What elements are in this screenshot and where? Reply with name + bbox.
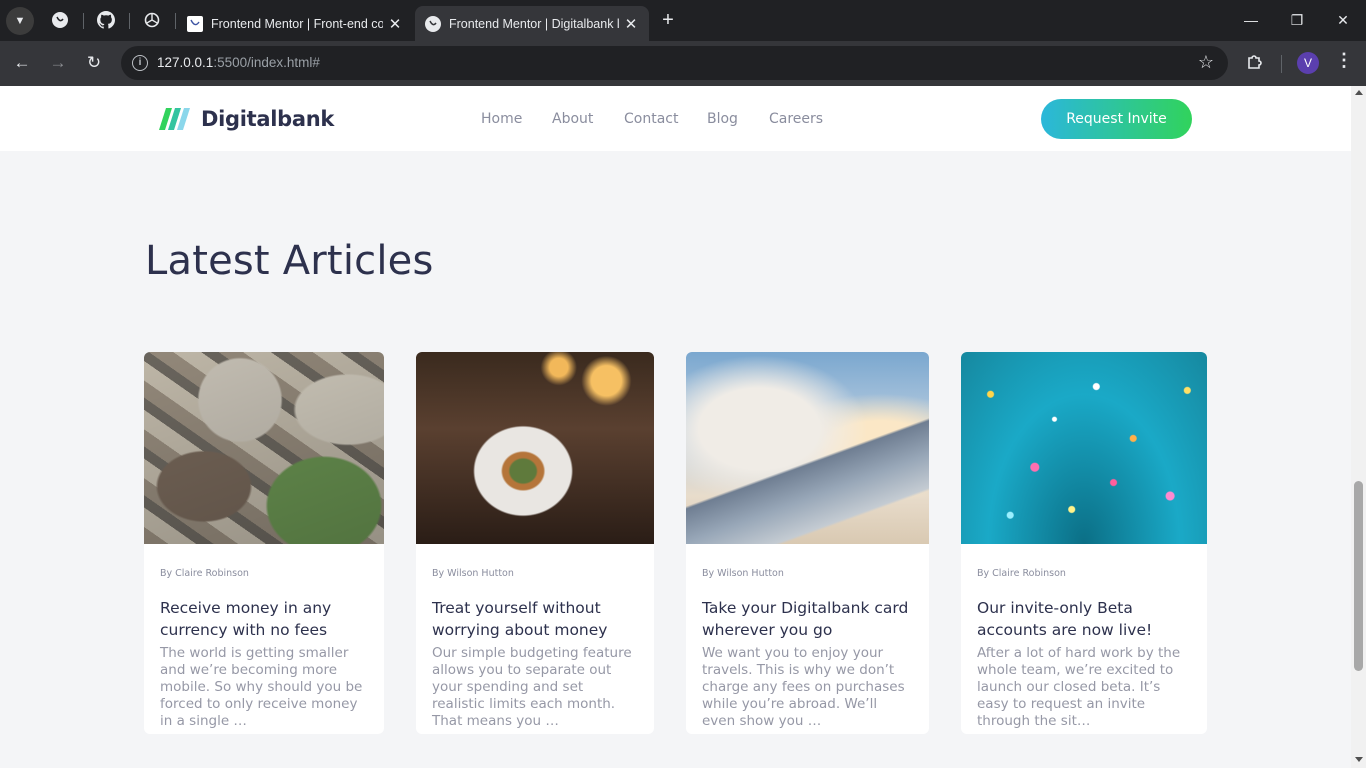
frontend-mentor-favicon-icon [52, 12, 68, 28]
tab-title: Frontend Mentor | Front-end co [211, 16, 383, 31]
puzzle-icon [1248, 55, 1262, 69]
article-card[interactable]: By Claire Robinson Our invite-only Beta … [961, 352, 1207, 734]
bookmark-star-icon[interactable]: ☆ [1198, 52, 1214, 73]
url-path: :5500/index.html# [213, 55, 320, 70]
nav-link-blog[interactable]: Blog [707, 111, 769, 127]
scroll-down-arrow-icon[interactable] [1355, 757, 1363, 762]
article-author: By Claire Robinson [977, 568, 1066, 579]
pinned-tab-github[interactable] [96, 10, 116, 30]
nav-link-about[interactable]: About [552, 111, 624, 127]
url-text[interactable]: 127.0.0.1:5500/index.html# [157, 55, 320, 70]
tab-title: Frontend Mentor | Digitalbank l [449, 16, 619, 31]
article-image-banknotes [144, 352, 384, 544]
pinned-tab-chatgpt[interactable] [142, 10, 162, 30]
article-excerpt: The world is getting smaller and we’re b… [160, 645, 363, 729]
page-favicon-icon [425, 15, 441, 32]
close-icon[interactable]: ✕ [623, 15, 639, 33]
address-bar[interactable]: i 127.0.0.1:5500/index.html# ☆ [121, 46, 1228, 80]
extensions-button[interactable] [1245, 52, 1265, 77]
article-image-confetti [961, 352, 1207, 544]
latest-articles-heading: Latest Articles [145, 238, 434, 284]
brand-name: Digitalbank [201, 107, 335, 131]
page-scrollbar[interactable] [1351, 86, 1366, 768]
article-card[interactable]: By Claire Robinson Receive money in any … [144, 352, 384, 734]
scrollbar-thumb[interactable] [1354, 481, 1363, 671]
article-title[interactable]: Take your Digitalbank card wherever you … [702, 597, 913, 641]
restore-button[interactable]: ❐ [1274, 0, 1320, 40]
page-favicon-icon [187, 15, 203, 32]
browser-toolbar: ← → ↻ i 127.0.0.1:5500/index.html# ☆ V ⋮ [0, 41, 1366, 86]
tab-divider [175, 13, 176, 29]
github-icon [97, 11, 115, 29]
minimize-button[interactable]: — [1228, 0, 1274, 40]
article-card[interactable]: By Wilson Hutton Treat yourself without … [416, 352, 654, 734]
forward-button[interactable]: → [44, 49, 72, 77]
more-menu-icon[interactable]: ⋮ [1335, 50, 1353, 71]
profile-avatar[interactable]: V [1297, 52, 1319, 74]
url-host: 127.0.0.1 [157, 55, 214, 70]
nav-link-careers[interactable]: Careers [769, 111, 823, 127]
chatgpt-icon [144, 12, 160, 28]
logo-mark-icon [159, 108, 190, 130]
request-invite-button[interactable]: Request Invite [1041, 99, 1192, 139]
close-icon[interactable]: ✕ [387, 15, 403, 33]
article-excerpt: Our simple budgeting feature allows you … [432, 645, 632, 729]
back-button[interactable]: ← [8, 49, 36, 77]
new-tab-button[interactable]: + [657, 9, 679, 31]
tab-search-button[interactable]: ▼ [6, 7, 34, 35]
nav-link-contact[interactable]: Contact [624, 111, 707, 127]
site-info-icon[interactable]: i [132, 55, 148, 71]
article-author: By Wilson Hutton [702, 568, 784, 579]
article-author: By Claire Robinson [160, 568, 249, 579]
scroll-up-arrow-icon[interactable] [1355, 90, 1363, 95]
close-window-button[interactable]: ✕ [1320, 0, 1366, 40]
article-image-airplane [686, 352, 929, 544]
article-excerpt: After a lot of hard work by the whole te… [977, 645, 1181, 729]
reload-icon: ↻ [86, 53, 102, 72]
pinned-tab-1[interactable] [50, 10, 70, 30]
article-image-restaurant [416, 352, 654, 544]
browser-tab-bar: ▼ Frontend Mentor | Front-end co ✕ Front… [0, 0, 1366, 41]
article-author: By Wilson Hutton [432, 568, 514, 579]
arrow-left-icon: ← [13, 53, 31, 72]
nav-link-home[interactable]: Home [481, 111, 552, 127]
article-title[interactable]: Receive money in any currency with no fe… [160, 597, 368, 641]
article-card[interactable]: By Wilson Hutton Take your Digitalbank c… [686, 352, 929, 734]
reload-button[interactable]: ↻ [80, 49, 108, 77]
arrow-right-icon: → [49, 53, 67, 72]
digitalbank-logo[interactable]: Digitalbank [159, 107, 334, 131]
tab-divider [129, 13, 130, 29]
tab-digitalbank[interactable]: Frontend Mentor | Digitalbank l ✕ [415, 6, 649, 41]
chevron-down-icon: ▼ [14, 15, 26, 27]
page-viewport: Digitalbank Home About Contact Blog Care… [0, 86, 1351, 768]
site-header: Digitalbank Home About Contact Blog Care… [0, 86, 1351, 151]
tab-frontend-mentor[interactable]: Frontend Mentor | Front-end co ✕ [177, 6, 413, 41]
article-title[interactable]: Our invite-only Beta accounts are now li… [977, 597, 1191, 641]
toolbar-divider [1281, 55, 1282, 73]
article-excerpt: We want you to enjoy your travels. This … [702, 645, 905, 729]
article-title[interactable]: Treat yourself without worrying about mo… [432, 597, 638, 641]
main-nav: Home About Contact Blog Careers [481, 111, 823, 127]
tab-divider [83, 13, 84, 29]
